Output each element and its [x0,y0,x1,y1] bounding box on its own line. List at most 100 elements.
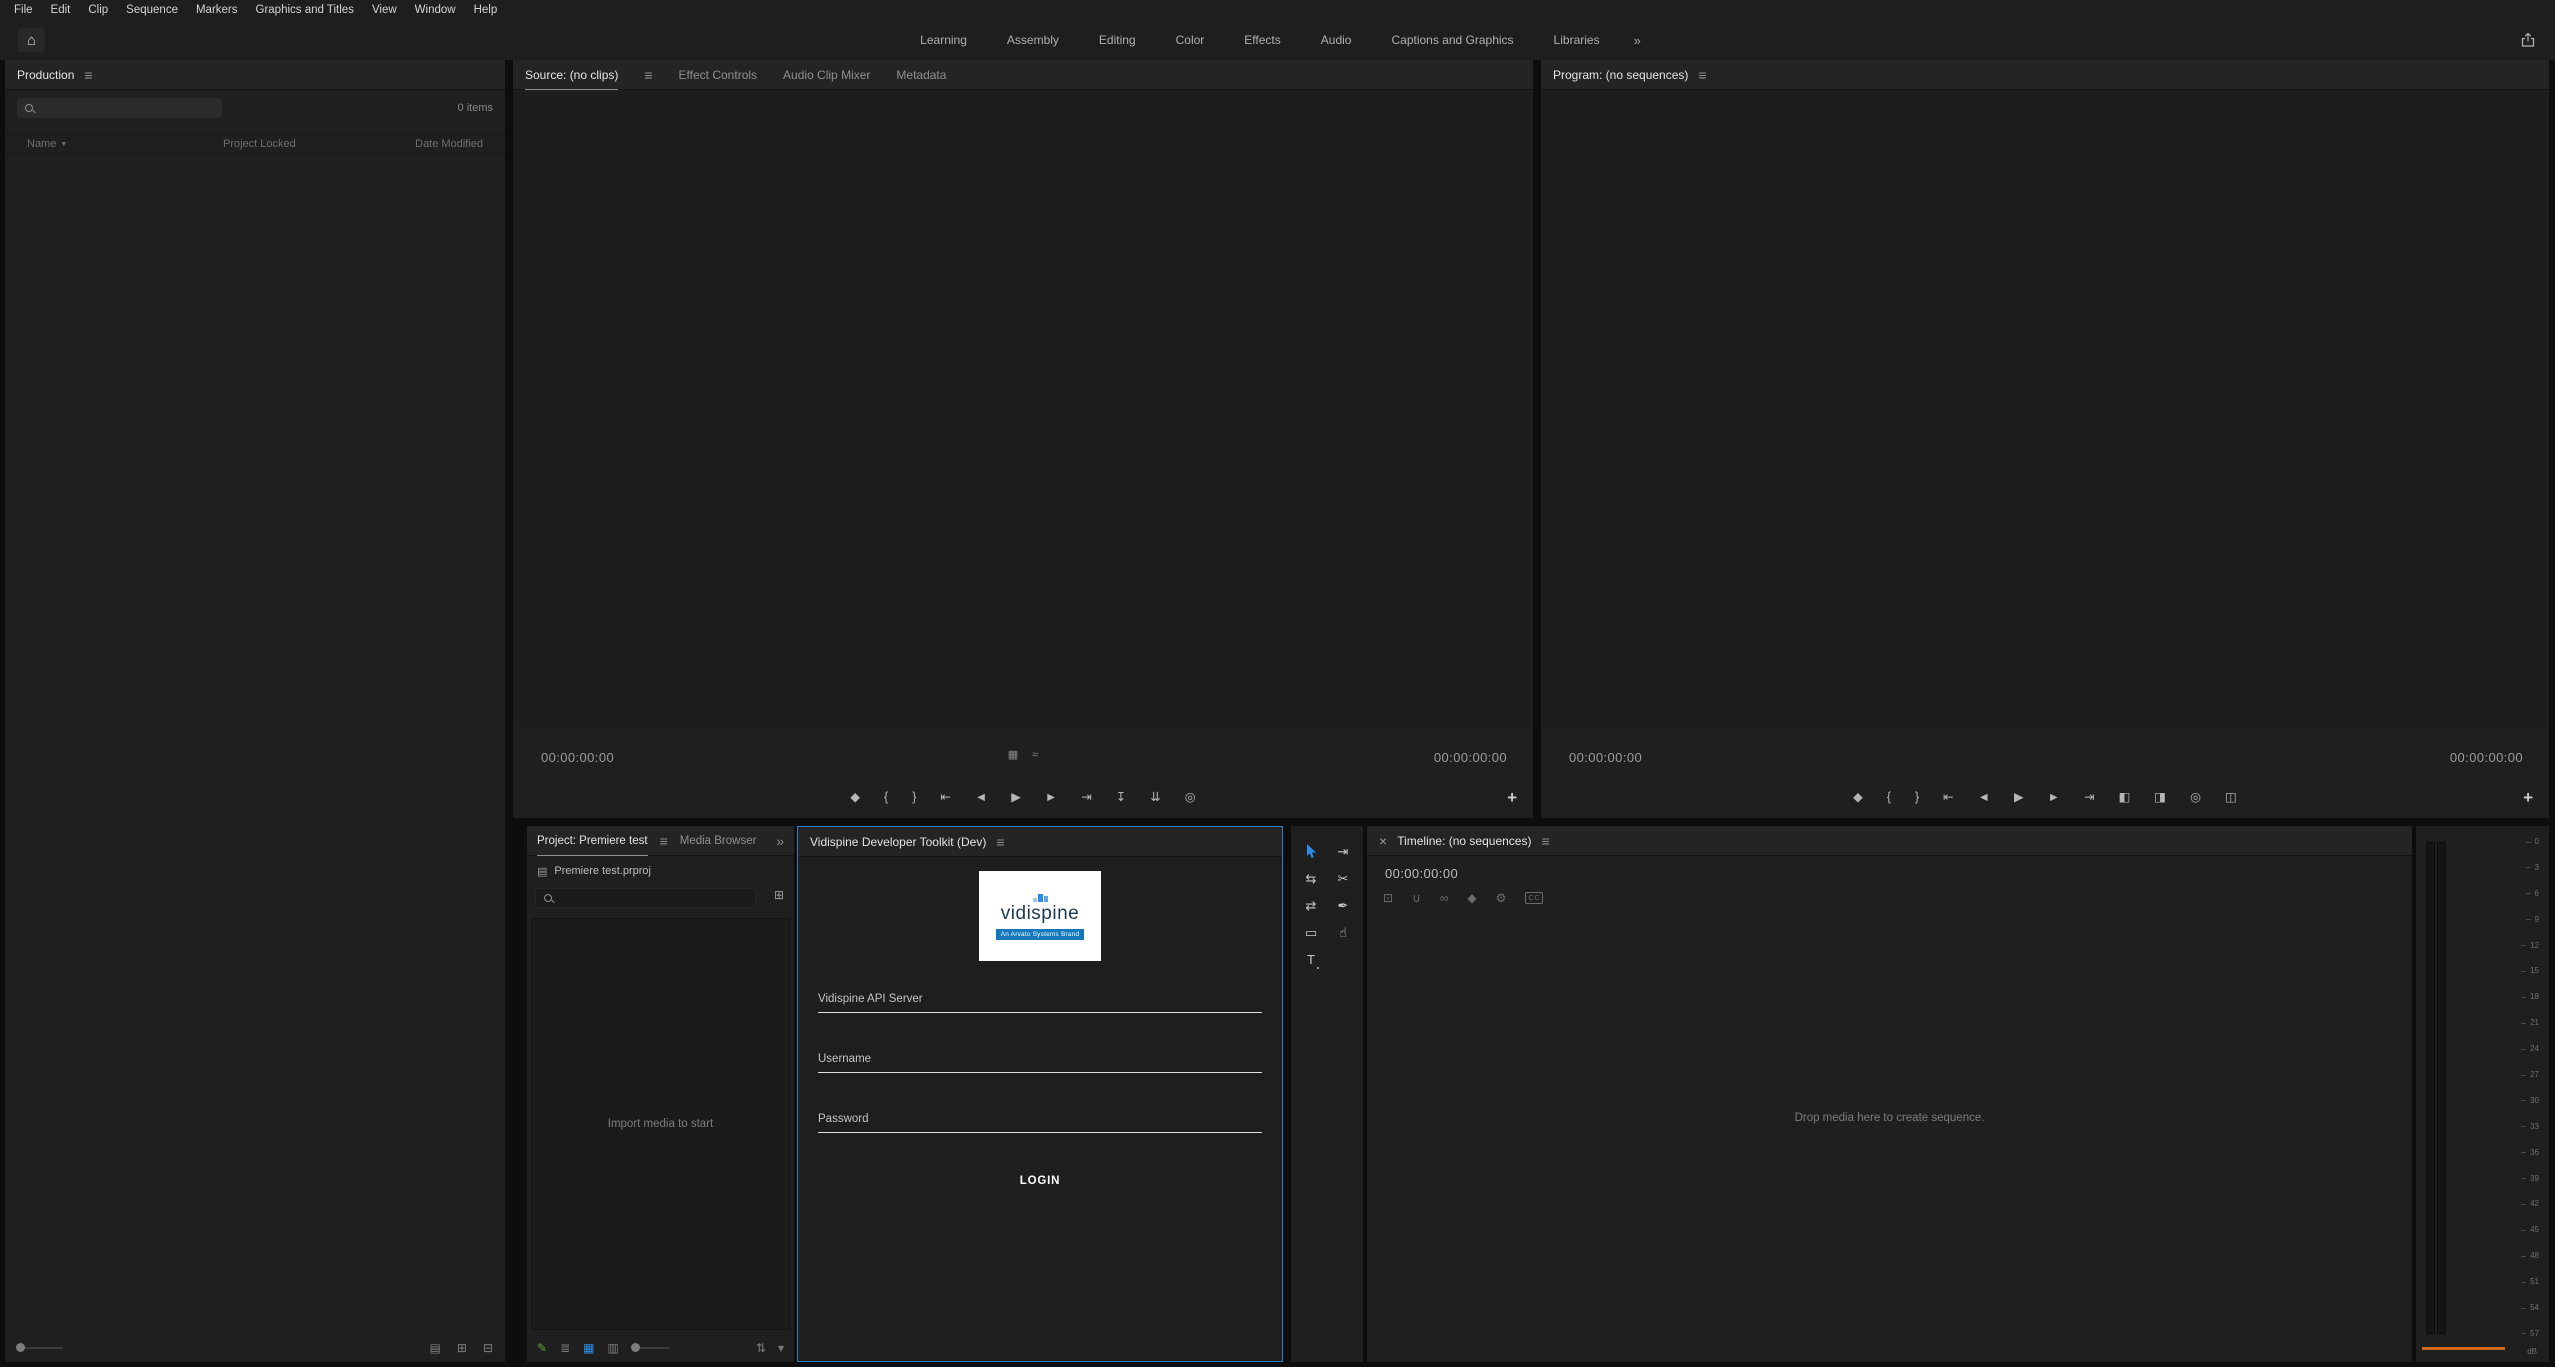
go-to-in-button[interactable]: ⇤ [940,791,950,804]
api-server-input[interactable] [818,993,1262,1012]
mark-out-button[interactable]: } [912,791,916,804]
selection-tool[interactable] [1295,838,1327,865]
thumbnail-zoom-slider[interactable] [632,1347,670,1349]
thumbnail-zoom-slider[interactable] [17,1347,63,1349]
timeline-drop-area[interactable]: Drop media here to create sequence. [1367,857,2412,1362]
tab-production[interactable]: Production [17,60,74,90]
api-server-field[interactable] [818,989,1262,1013]
go-to-in-button[interactable]: ⇤ [1943,791,1953,804]
icon-view-button[interactable]: ▦ [583,1342,594,1354]
panel-menu-icon[interactable]: ≡ [996,835,1004,849]
new-search-bin-button[interactable]: ⊞ [774,889,784,901]
tab-audio-clip-mixer[interactable]: Audio Clip Mixer [783,60,870,90]
share-button[interactable] [2519,31,2537,49]
panel-menu-icon[interactable]: ≡ [1541,834,1549,848]
column-header-project-locked[interactable]: Project Locked [223,138,296,150]
razor-tool[interactable]: ✂ [1327,865,1359,892]
step-back-button[interactable]: ◄ [1978,791,1990,804]
comparison-view-button[interactable]: ◫ [2225,791,2237,804]
slip-tool[interactable]: ⇄ [1295,892,1327,919]
new-bin-button[interactable]: ⊞ [457,1342,467,1354]
step-forward-button[interactable]: ► [2048,791,2060,804]
insert-button[interactable]: ↧ [1116,791,1126,804]
tab-metadata[interactable]: Metadata [896,60,946,90]
tab-effect-controls[interactable]: Effect Controls [679,60,757,90]
column-header-date-modified[interactable]: Date Modified [415,138,483,150]
step-back-button[interactable]: ◄ [975,791,987,804]
project-search-box[interactable] [535,888,756,908]
menu-window[interactable]: Window [406,4,465,16]
mark-in-button[interactable]: { [884,791,888,804]
menu-help[interactable]: Help [465,4,507,16]
production-search-input[interactable] [41,102,215,114]
column-header-name[interactable]: Name ▼ [27,138,67,150]
tab-timeline[interactable]: Timeline: (no sequences) [1397,826,1531,856]
overwrite-button[interactable]: ⇊ [1150,791,1160,804]
tab-project[interactable]: Project: Premiere test [537,826,648,856]
freeform-view-button[interactable]: ▥ [607,1342,618,1354]
panel-menu-icon[interactable]: ≡ [660,834,668,848]
list-view-button[interactable]: ≣ [560,1342,570,1354]
chevron-down-icon[interactable]: ▾ [778,1342,784,1354]
button-editor-button[interactable]: + [2523,789,2533,806]
program-current-timecode[interactable]: 00:00:00:00 [1569,750,1642,765]
panel-menu-icon[interactable]: ≡ [84,68,92,82]
project-search-input[interactable] [560,892,748,904]
export-frame-button[interactable]: ◎ [2190,791,2201,804]
menu-view[interactable]: View [363,4,406,16]
menu-file[interactable]: File [5,4,42,16]
drag-video-only-button[interactable]: ▦ [1008,750,1018,761]
step-forward-button[interactable]: ► [1045,791,1057,804]
panel-menu-icon[interactable]: ≡ [1698,68,1706,82]
home-button[interactable]: ⌂ [18,28,45,52]
workspace-tab-libraries[interactable]: Libraries [1534,33,1620,47]
menu-clip[interactable]: Clip [79,4,117,16]
mark-out-button[interactable]: } [1915,791,1919,804]
extract-button[interactable]: ◨ [2154,791,2166,804]
username-input[interactable] [818,1053,1262,1072]
workspace-tab-color[interactable]: Color [1156,33,1225,47]
mark-in-button[interactable]: { [1887,791,1891,804]
drag-audio-only-button[interactable]: ≈ [1032,750,1038,761]
project-bin-drop-area[interactable]: Import media to start [531,918,790,1330]
button-editor-button[interactable]: + [1507,789,1517,806]
panel-menu-icon[interactable]: ≡ [644,68,652,82]
tab-vidispine-toolkit[interactable]: Vidispine Developer Toolkit (Dev) [810,827,986,857]
type-tool[interactable]: T [1295,946,1327,973]
menu-graphics-and-titles[interactable]: Graphics and Titles [247,4,363,16]
play-button[interactable]: ▶ [1011,791,1021,804]
project-file-row[interactable]: ▤ Premiere test.prproj [527,860,794,882]
new-item-button[interactable]: ▤ [430,1342,441,1354]
login-button[interactable]: LOGIN [1020,1175,1060,1187]
export-frame-button[interactable]: ◎ [1185,791,1196,804]
source-current-timecode[interactable]: 00:00:00:00 [541,750,614,765]
workspace-tab-learning[interactable]: Learning [900,33,987,47]
menu-markers[interactable]: Markers [187,4,247,16]
workspace-tab-assembly[interactable]: Assembly [987,33,1079,47]
username-field[interactable] [818,1049,1262,1073]
rectangle-tool[interactable]: ▭ [1295,919,1327,946]
workspace-tab-editing[interactable]: Editing [1079,33,1156,47]
tab-media-browser[interactable]: Media Browser [680,826,757,856]
workspace-tab-audio[interactable]: Audio [1301,33,1372,47]
zoom-slider-handle[interactable] [16,1343,25,1352]
pen-tool[interactable]: ✒ [1327,892,1359,919]
go-to-out-button[interactable]: ⇥ [2084,791,2094,804]
lift-button[interactable]: ◧ [2118,791,2130,804]
go-to-out-button[interactable]: ⇥ [1081,791,1091,804]
zoom-slider-handle[interactable] [631,1343,640,1352]
ripple-edit-tool[interactable]: ⇆ [1295,865,1327,892]
sort-icons-button[interactable]: ⇅ [756,1342,766,1354]
delete-button[interactable]: ⊟ [483,1342,493,1354]
play-button[interactable]: ▶ [2014,791,2024,804]
password-field[interactable] [818,1109,1262,1133]
tab-source[interactable]: Source: (no clips) [525,60,618,90]
add-marker-button[interactable]: ◆ [1853,791,1863,804]
tab-program[interactable]: Program: (no sequences) [1553,60,1688,90]
track-select-forward-tool[interactable]: ⇥ [1327,838,1359,865]
workspace-overflow-icon[interactable]: » [1620,33,1655,48]
workspace-tab-effects[interactable]: Effects [1224,33,1300,47]
password-input[interactable] [818,1113,1262,1132]
menu-edit[interactable]: Edit [42,4,80,16]
close-icon[interactable]: × [1379,834,1387,848]
